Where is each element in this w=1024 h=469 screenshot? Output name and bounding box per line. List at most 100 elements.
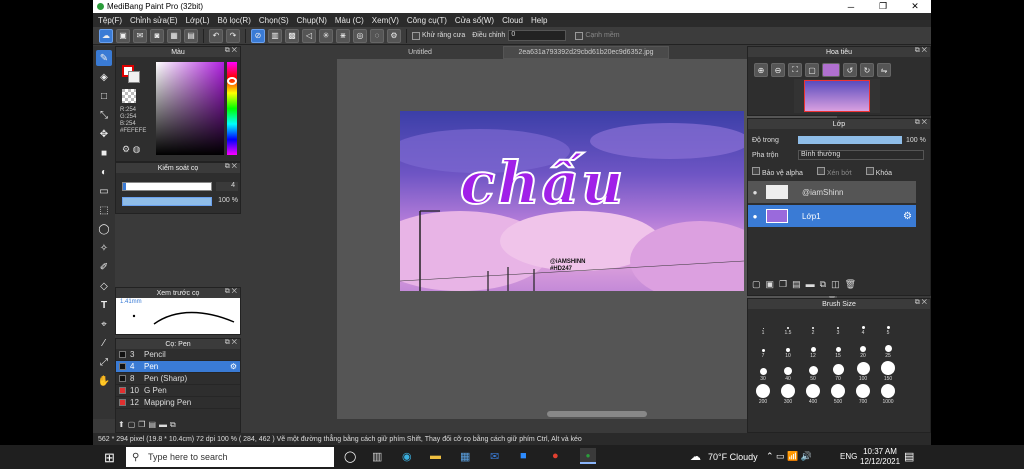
antialias-checkbox[interactable]: [412, 31, 420, 40]
actual-size-icon[interactable]: ▢: [805, 63, 819, 77]
brush-item[interactable]: 10 G Pen: [116, 385, 240, 397]
panel-close-icon[interactable]: ⧉ ✕: [225, 163, 237, 171]
move-tool-icon[interactable]: ✥: [96, 126, 112, 142]
antialias-toggle[interactable]: Khử răng cưa: [412, 31, 465, 40]
snap-settings-icon[interactable]: ⚙: [387, 28, 401, 43]
widgets-icon[interactable]: ▥: [372, 450, 382, 463]
brush-size-option[interactable]: 2: [801, 315, 825, 337]
select-pen-tool-icon[interactable]: ✐: [96, 259, 112, 275]
edge-icon[interactable]: ◉: [402, 450, 412, 463]
rotate-left-icon[interactable]: ↺: [843, 63, 857, 77]
language-indicator[interactable]: ENG: [840, 452, 857, 461]
new-halftone-layer-icon[interactable]: ▣: [766, 279, 775, 290]
canvas-hscrollbar[interactable]: [547, 411, 647, 417]
start-icon[interactable]: ⊞: [104, 450, 115, 466]
task-view-icon[interactable]: ◯: [344, 450, 356, 463]
brush-size-option[interactable]: 1: [751, 315, 775, 337]
brush-size-option[interactable]: 5: [876, 315, 900, 337]
layer-folder-icon[interactable]: ▬: [806, 279, 815, 290]
layer-property-icon[interactable]: ◫: [831, 279, 840, 290]
zoom-out-icon[interactable]: ⊖: [771, 63, 785, 77]
navigator-preview[interactable]: [794, 79, 880, 113]
divide-tool-icon[interactable]: ⌖: [96, 316, 112, 332]
hue-handle[interactable]: [227, 77, 237, 85]
panel-close-icon[interactable]: ⧉ ✕: [915, 119, 927, 127]
snap-concentric-icon[interactable]: ◎: [353, 28, 367, 43]
merge-layer-icon[interactable]: ⧉: [820, 279, 826, 290]
brush-delete-icon[interactable]: ⧉: [170, 420, 176, 430]
lock-toggle[interactable]: Khóa: [865, 167, 892, 177]
brush-size-option[interactable]: 25: [876, 338, 900, 360]
snap-curve-icon[interactable]: ◌: [370, 28, 384, 43]
medibang-taskbar-icon[interactable]: ●: [580, 448, 596, 464]
snap-grid-icon[interactable]: ▩: [285, 28, 299, 43]
layer-opacity-slider[interactable]: [798, 136, 902, 144]
menu-window[interactable]: Cửa sổ(W): [455, 16, 494, 25]
brush-size-option[interactable]: 700: [851, 384, 875, 406]
snap-vanish-icon[interactable]: ◁: [302, 28, 316, 43]
flip-icon[interactable]: ⇋: [877, 63, 891, 77]
thumbnail-icon[interactable]: [822, 63, 840, 77]
select-tool-icon[interactable]: ⬚: [96, 202, 112, 218]
brush-item[interactable]: 8 Pen (Sharp): [116, 373, 240, 385]
dot-tool-icon[interactable]: ⤡: [96, 107, 112, 123]
close-button[interactable]: ✕: [899, 0, 931, 13]
brush-size-option[interactable]: 500: [826, 384, 850, 406]
panel-close-icon[interactable]: ⧉ ✕: [915, 47, 927, 55]
brush-size-option[interactable]: 40: [776, 361, 800, 383]
layer-row[interactable]: ● @iamShinn: [748, 181, 916, 203]
store-icon[interactable]: ▦: [460, 450, 470, 463]
brush-size-option[interactable]: 1000: [876, 384, 900, 406]
soft-edge-toggle[interactable]: Cạnh mềm: [575, 31, 620, 40]
brush-folder-icon[interactable]: ▬: [159, 420, 167, 430]
tab-image[interactable]: 2ea631a793392d29cbd61b20ec9d6352.jpg: [503, 46, 669, 59]
panel-close-icon[interactable]: ⧉ ✕: [225, 288, 237, 296]
brush-size-option[interactable]: 100: [851, 361, 875, 383]
delete-layer-icon[interactable]: 🗑: [845, 279, 856, 290]
brush-size-option[interactable]: 400: [801, 384, 825, 406]
minimize-button[interactable]: ─: [835, 0, 867, 13]
cloud-icon[interactable]: ☁: [99, 28, 113, 43]
brush-size-option[interactable]: 12: [801, 338, 825, 360]
brush-tool-icon[interactable]: ✎: [96, 50, 112, 66]
brush-size-option[interactable]: 300: [776, 384, 800, 406]
menu-edit[interactable]: Chỉnh sửa(E): [130, 16, 178, 25]
soft-edge-checkbox[interactable]: [575, 31, 584, 40]
brush-size-value[interactable]: 4: [216, 182, 238, 191]
text-tool-icon[interactable]: T: [96, 297, 112, 313]
lasso-tool-icon[interactable]: ◯: [96, 221, 112, 237]
chat-icon[interactable]: ◙: [150, 28, 164, 43]
maximize-button[interactable]: ❐: [867, 0, 899, 13]
gradient-tool-icon[interactable]: ▭: [96, 183, 112, 199]
undo-icon[interactable]: ↶: [209, 28, 223, 43]
tab-untitled[interactable]: Untitled: [337, 46, 503, 59]
adjust-select[interactable]: 0: [508, 30, 567, 41]
eraser-tool-icon[interactable]: ◈: [96, 69, 112, 85]
layer-visibility-icon[interactable]: ●: [748, 188, 762, 197]
transparent-swatch[interactable]: [122, 89, 136, 103]
layer-row-selected[interactable]: ● Lớp1 ⚙: [748, 205, 916, 227]
rotate-right-icon[interactable]: ↻: [860, 63, 874, 77]
eyedropper-tool-icon[interactable]: ⁄: [96, 335, 112, 351]
brush-item[interactable]: 12 Mapping Pen: [116, 397, 240, 409]
brush-size-option[interactable]: 150: [876, 361, 900, 383]
menu-filter[interactable]: Bộ lọc(R): [218, 16, 251, 25]
brush-opacity-value[interactable]: 100 %: [214, 197, 238, 204]
brush-settings-icon[interactable]: ▤: [148, 420, 156, 430]
brush-size-option[interactable]: 4: [851, 315, 875, 337]
tray-icons[interactable]: ⌃ ▭ 📶 🔊: [766, 451, 812, 462]
weather-text[interactable]: 70°F Cloudy: [708, 452, 758, 462]
color-sv-picker[interactable]: [156, 62, 224, 155]
chrome-icon[interactable]: ●: [552, 450, 559, 462]
panel-close-icon[interactable]: ⧉ ✕: [915, 299, 927, 307]
artwork-canvas[interactable]: chấu @iAMSHINN #HD247: [400, 111, 744, 291]
menu-snap[interactable]: Chụp(N): [297, 16, 327, 25]
fill-rect-tool-icon[interactable]: ■: [96, 145, 112, 161]
material-icon[interactable]: ▤: [184, 28, 198, 43]
explorer-icon[interactable]: ▬: [430, 450, 441, 462]
brush-size-option[interactable]: 3: [826, 315, 850, 337]
notification-icon[interactable]: ▤: [904, 450, 914, 463]
menu-select[interactable]: Chọn(S): [259, 16, 289, 25]
panel-close-icon[interactable]: ⧉ ✕: [225, 339, 237, 347]
blend-mode-select[interactable]: Bình thường: [798, 150, 924, 160]
